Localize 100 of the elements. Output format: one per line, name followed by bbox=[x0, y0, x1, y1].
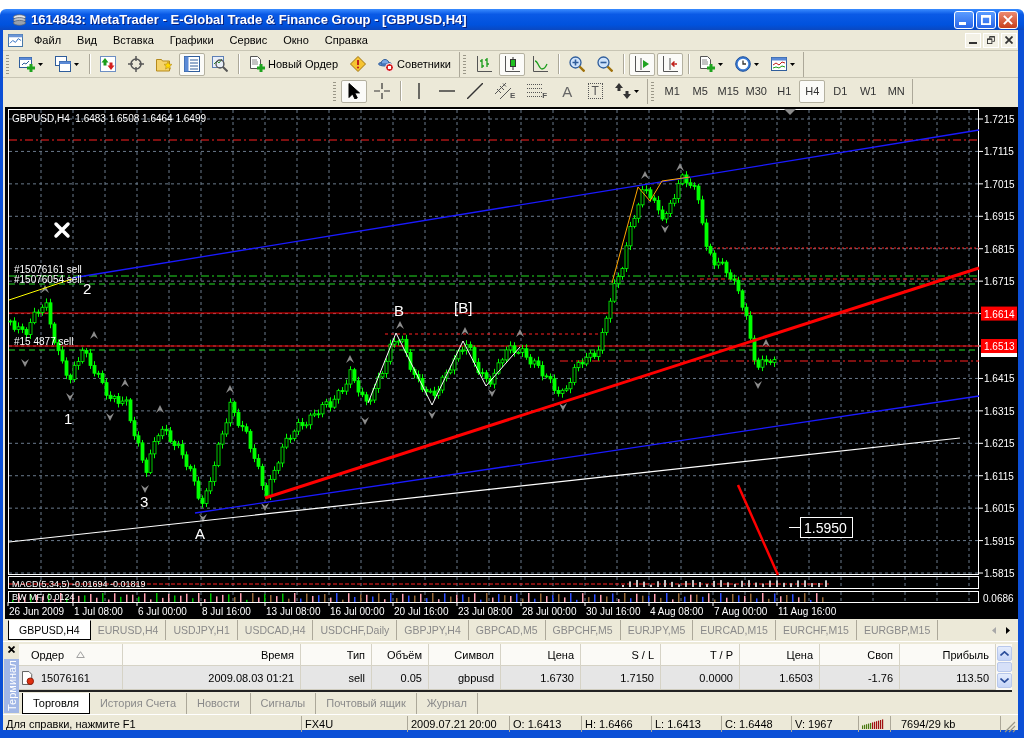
autoscroll-button[interactable] bbox=[628, 52, 655, 76]
text-label-button[interactable]: T bbox=[582, 79, 609, 103]
period-button[interactable]: MN bbox=[883, 79, 910, 103]
menu-item[interactable]: Вид bbox=[69, 31, 105, 49]
cursor-button[interactable] bbox=[341, 79, 367, 103]
period-button[interactable]: M15 bbox=[715, 79, 742, 103]
column-header[interactable]: Цена bbox=[786, 648, 813, 661]
experts-button[interactable]: Советники bbox=[373, 52, 456, 76]
dotted-lines-icon bbox=[527, 83, 544, 99]
text-button[interactable]: A bbox=[554, 79, 581, 103]
chevron-icon bbox=[516, 329, 524, 337]
caret-right-icon[interactable] bbox=[1006, 626, 1010, 634]
fibonacci-button[interactable]: F bbox=[522, 79, 553, 103]
price-label: 1.6115 bbox=[984, 470, 1014, 482]
period-button[interactable]: H1 bbox=[771, 79, 798, 103]
maximize-button[interactable] bbox=[976, 10, 996, 29]
menu-item[interactable]: Сервис bbox=[221, 31, 276, 49]
menu-item[interactable]: Файл bbox=[26, 31, 70, 49]
magnifier-chart-icon bbox=[212, 56, 228, 72]
close-button[interactable] bbox=[1001, 32, 1017, 48]
column-header[interactable]: Своп bbox=[867, 648, 893, 661]
caret-icon bbox=[753, 62, 759, 66]
status-text: C: 1.6448 bbox=[722, 716, 792, 732]
period-button[interactable]: W1 bbox=[855, 79, 882, 103]
chevron-icon bbox=[156, 405, 164, 413]
price-label: 1.5915 bbox=[984, 535, 1015, 547]
period-button[interactable]: M5 bbox=[687, 79, 714, 103]
cross-mark-icon bbox=[54, 222, 70, 238]
menu-item[interactable]: Окно bbox=[275, 31, 317, 49]
chart-tab[interactable]: GBPUSD,H4 bbox=[8, 620, 91, 640]
toolbar-handle[interactable] bbox=[6, 54, 9, 74]
channel-button[interactable]: E bbox=[490, 79, 521, 103]
column-header[interactable]: Символ bbox=[454, 648, 494, 661]
zoom-out-icon bbox=[596, 56, 613, 72]
column-header[interactable]: Цена bbox=[547, 648, 574, 661]
column-header[interactable]: Прибыль bbox=[942, 648, 989, 661]
toolbar-handle[interactable] bbox=[651, 81, 655, 101]
close-icon bbox=[1003, 14, 1013, 25]
close-icon[interactable] bbox=[7, 646, 15, 653]
chevron-icon bbox=[396, 321, 404, 329]
column-header[interactable]: S / L bbox=[631, 648, 654, 661]
cursor-icon bbox=[346, 83, 362, 99]
axis-label: 0.0686 bbox=[983, 593, 1014, 604]
status-text: 7694/29 kb bbox=[891, 716, 1001, 732]
menu-item[interactable]: Справка bbox=[316, 31, 376, 49]
scrollbar-thumb[interactable] bbox=[997, 662, 1012, 672]
period-button[interactable]: D1 bbox=[827, 79, 854, 103]
table-cell: 0.05 bbox=[400, 671, 422, 684]
status-text: L: 1.6413 bbox=[652, 716, 722, 732]
maximize-icon bbox=[981, 14, 991, 25]
date-label: 26 Jun 2009 bbox=[9, 606, 65, 617]
menu-item[interactable]: Графики bbox=[161, 31, 222, 49]
column-header[interactable]: Объём bbox=[386, 648, 422, 661]
caret-icon bbox=[74, 62, 79, 66]
new-order-button[interactable]: Новый Ордер bbox=[244, 52, 344, 76]
date-label: 11 Aug 16:00 bbox=[778, 606, 837, 617]
menu-item[interactable]: Вставка bbox=[104, 31, 162, 49]
channel-icon bbox=[495, 83, 511, 99]
column-header[interactable]: Ордер bbox=[31, 648, 65, 661]
toolbar-handle[interactable] bbox=[462, 54, 466, 74]
close-icon bbox=[1005, 36, 1013, 44]
period-button[interactable]: M30 bbox=[743, 79, 770, 103]
date-label: 16 Jul 00:00 bbox=[330, 606, 385, 617]
column-header[interactable]: Время bbox=[260, 648, 294, 661]
price-label: 1.6315 bbox=[984, 405, 1015, 417]
wave-label: 2 bbox=[83, 280, 92, 297]
price-label: 1.6815 bbox=[984, 243, 1015, 255]
status-text: FX4U bbox=[302, 716, 408, 732]
terminal-button[interactable] bbox=[179, 52, 205, 76]
folder-star-icon bbox=[156, 56, 172, 72]
up-down-arrows-icon bbox=[100, 56, 116, 72]
column-header[interactable]: Тип bbox=[346, 648, 365, 661]
minimize-button[interactable] bbox=[965, 32, 981, 48]
scroll-down-button[interactable] bbox=[997, 673, 1012, 688]
restore-button[interactable] bbox=[983, 32, 999, 48]
candle-chart-button[interactable] bbox=[498, 52, 525, 76]
period-button[interactable]: H4 bbox=[799, 79, 826, 103]
crosshair-icon bbox=[374, 83, 390, 99]
order-label: #15076161 sell bbox=[14, 264, 82, 275]
status-text: Для справки, нажмите F1 bbox=[3, 716, 302, 732]
period-button[interactable]: M1 bbox=[659, 79, 686, 103]
bar-chart-icon bbox=[475, 56, 492, 72]
price-tag: 1.6513 bbox=[981, 339, 1017, 353]
scroll-up-button[interactable] bbox=[997, 646, 1012, 661]
resize-grip-icon[interactable] bbox=[1004, 721, 1016, 733]
minimize-icon bbox=[958, 22, 966, 25]
chevron-icon bbox=[226, 385, 234, 393]
date-label: 4 Aug 08:00 bbox=[650, 606, 704, 617]
toolbar-handle[interactable] bbox=[333, 81, 336, 101]
price-label: 1.7115 bbox=[984, 146, 1014, 158]
panel-title: Терминал bbox=[3, 659, 19, 713]
wave-label: 1 bbox=[64, 410, 73, 427]
chart-window-icon bbox=[8, 33, 23, 47]
table-row[interactable]: 15076161 2009.08.03 01:21 sell 0.05 gbpusd 1.6730 1.7150 0.0000 1.6503 -1.76 113.50 bbox=[19, 666, 996, 690]
chevron-icon bbox=[428, 411, 436, 419]
price-label: 1.7215 bbox=[984, 114, 1015, 125]
crosshair-icon bbox=[128, 56, 144, 72]
column-header[interactable]: T / P bbox=[709, 648, 733, 661]
panel-tab[interactable]: Торговля bbox=[22, 692, 90, 714]
chart-shift-button[interactable] bbox=[656, 52, 683, 76]
